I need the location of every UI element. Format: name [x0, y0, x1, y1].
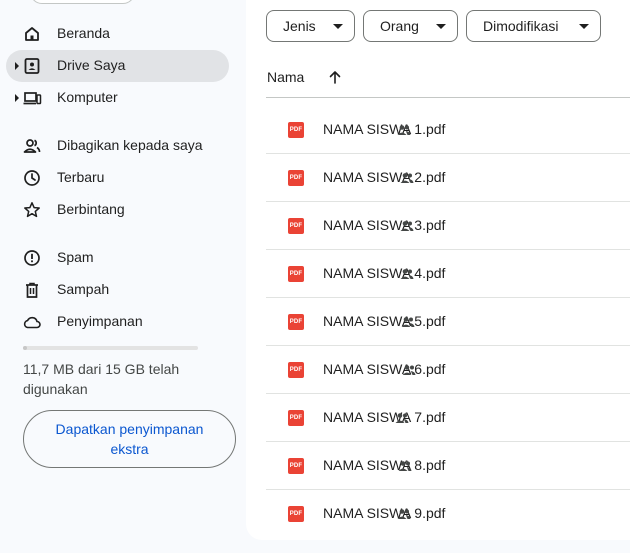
- sidebar-item-shared-with-me[interactable]: Dibagikan kepada saya: [6, 130, 229, 162]
- file-name: NAMA SISWA 6.pdf: [323, 361, 446, 377]
- file-name: NAMA SISWA 4.pdf: [323, 265, 446, 281]
- pdf-file-icon: PDF: [288, 362, 304, 378]
- header-divider: [266, 97, 630, 98]
- file-list-panel: Jenis Orang Dimodifikasi Nama PDF NAMA SI…: [246, 0, 630, 540]
- sort-direction-button[interactable]: [324, 65, 346, 89]
- shared-people-icon: [398, 461, 412, 471]
- arrow-up-icon: [329, 71, 341, 84]
- expand-arrow-icon[interactable]: [15, 62, 19, 70]
- pdf-file-icon: PDF: [288, 122, 304, 138]
- clock-icon: [22, 168, 42, 188]
- sidebar-item-home[interactable]: Beranda: [6, 18, 229, 50]
- sidebar-item-computers[interactable]: Komputer: [6, 82, 229, 114]
- pdf-file-icon: PDF: [288, 170, 304, 186]
- shared-people-icon: [395, 413, 409, 423]
- file-name: NAMA SISWA 5.pdf: [323, 313, 446, 329]
- sidebar-item-label: Dibagikan kepada saya: [57, 137, 203, 153]
- cloud-icon: [22, 312, 42, 332]
- file-row[interactable]: PDF NAMA SISWA 2.pdf: [266, 154, 630, 202]
- storage-usage-text: 11,7 MB dari 15 GB telah digunakan: [23, 361, 180, 397]
- column-header-name[interactable]: Nama: [267, 69, 304, 85]
- dropdown-arrow-icon: [333, 24, 343, 29]
- filter-people-chip[interactable]: Orang: [363, 10, 458, 42]
- sidebar-item-starred[interactable]: Berbintang: [6, 194, 229, 226]
- file-row[interactable]: PDF NAMA SISWA 4.pdf: [266, 250, 630, 298]
- sidebar-item-label: Berbintang: [57, 201, 125, 217]
- sidebar-item-spam[interactable]: Spam: [6, 242, 229, 274]
- sidebar-item-label: Beranda: [57, 25, 110, 41]
- shared-people-icon: [397, 509, 411, 519]
- sidebar-item-trash[interactable]: Sampah: [6, 274, 229, 306]
- file-row[interactable]: PDF NAMA SISWA 5.pdf: [266, 298, 630, 346]
- pdf-file-icon: PDF: [288, 266, 304, 282]
- my-drive-icon: [22, 56, 42, 76]
- filter-modified-chip[interactable]: Dimodifikasi: [466, 10, 601, 42]
- file-name: NAMA SISWA 1.pdf: [323, 121, 446, 137]
- star-icon: [22, 200, 42, 220]
- storage-usage-fill: [23, 346, 27, 350]
- sidebar-item-label: Terbaru: [57, 169, 105, 185]
- file-row[interactable]: PDF NAMA SISWA 1.pdf: [266, 106, 630, 154]
- file-name: NAMA SISWA 8.pdf: [323, 457, 446, 473]
- file-row[interactable]: PDF NAMA SISWA 9.pdf: [266, 490, 630, 538]
- sidebar-item-label: Sampah: [57, 281, 110, 297]
- pdf-file-icon: PDF: [288, 314, 304, 330]
- dropdown-arrow-icon: [436, 24, 446, 29]
- file-row[interactable]: PDF NAMA SISWA 8.pdf: [266, 442, 630, 490]
- sidebar-item-my-drive[interactable]: Drive Saya: [6, 50, 229, 82]
- expand-arrow-icon[interactable]: [15, 94, 19, 102]
- file-row[interactable]: PDF NAMA SISWA 6.pdf: [266, 346, 630, 394]
- pdf-file-icon: PDF: [288, 410, 304, 426]
- file-row[interactable]: PDF NAMA SISWA 3.pdf: [266, 202, 630, 250]
- sidebar: Beranda Drive Saya Komputer Dibagikan ke…: [0, 0, 246, 553]
- get-more-storage-button[interactable]: Dapatkan penyimpanan ekstra: [23, 410, 236, 468]
- filter-chip-label: Dimodifikasi: [483, 18, 559, 34]
- sidebar-item-recent[interactable]: Terbaru: [6, 162, 229, 194]
- shared-people-icon: [397, 125, 411, 135]
- sidebar-item-label: Drive Saya: [57, 57, 126, 73]
- filter-chip-label: Jenis: [283, 18, 316, 34]
- file-name: NAMA SISWA 3.pdf: [323, 217, 446, 233]
- sidebar-item-label: Penyimpanan: [57, 313, 143, 329]
- shared-people-icon: [400, 221, 414, 231]
- file-row[interactable]: PDF NAMA SISWA 7.pdf: [266, 394, 630, 442]
- pdf-file-icon: PDF: [288, 506, 304, 522]
- new-button[interactable]: [30, 0, 135, 4]
- filter-type-chip[interactable]: Jenis: [266, 10, 355, 42]
- storage-usage-bar: [23, 346, 198, 350]
- shared-people-icon: [401, 317, 415, 327]
- computer-icon: [22, 88, 42, 108]
- pdf-file-icon: PDF: [288, 218, 304, 234]
- file-list: PDF NAMA SISWA 1.pdf PDF NAMA SISWA 2.pdf PD…: [266, 106, 630, 538]
- spam-icon: [22, 248, 42, 268]
- shared-with-me-icon: [22, 136, 42, 156]
- file-name: NAMA SISWA 9.pdf: [323, 505, 446, 521]
- shared-people-icon: [400, 173, 414, 183]
- sidebar-item-label: Komputer: [57, 89, 118, 105]
- sidebar-item-storage[interactable]: Penyimpanan: [6, 306, 229, 338]
- pdf-file-icon: PDF: [288, 458, 304, 474]
- dropdown-arrow-icon: [579, 24, 589, 29]
- filter-chip-label: Orang: [380, 18, 419, 34]
- file-name: NAMA SISWA 7.pdf: [323, 409, 446, 425]
- sidebar-item-label: Spam: [57, 249, 94, 265]
- shared-people-icon: [402, 365, 416, 375]
- file-name: NAMA SISWA 2.pdf: [323, 169, 446, 185]
- trash-icon: [22, 280, 42, 300]
- shared-people-icon: [400, 269, 414, 279]
- home-icon: [22, 24, 42, 44]
